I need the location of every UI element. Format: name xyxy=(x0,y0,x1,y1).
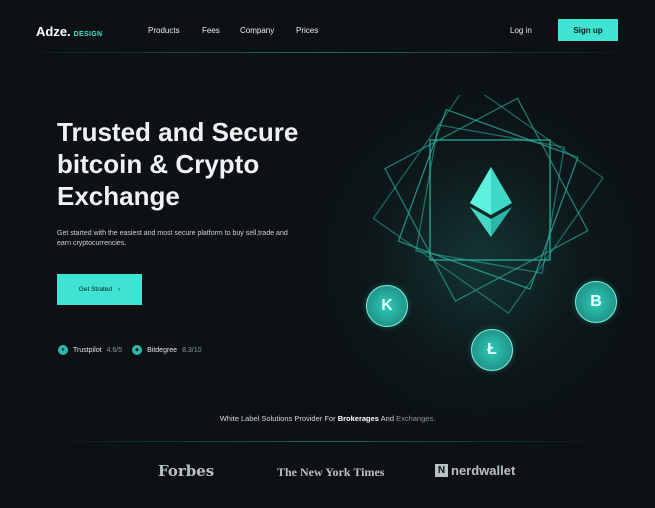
bitcoin-coin-icon: B xyxy=(575,281,617,323)
rating-name: Trustpilot xyxy=(73,346,102,354)
tagline-bold: Brokerages xyxy=(337,414,379,423)
rating-trustpilot[interactable]: ★ Trustpilot 4.6/5 xyxy=(58,345,122,355)
tagline-end: Exchanges. xyxy=(394,414,436,423)
badge-icon: ◆ xyxy=(132,345,143,355)
nerdwallet-icon: N xyxy=(435,464,448,477)
login-link[interactable]: Log in xyxy=(510,26,532,35)
hero-subtitle: Get started with the easiest and most se… xyxy=(57,230,288,247)
coin-k-glyph: K xyxy=(381,297,393,314)
star-icon: ★ xyxy=(58,345,68,355)
partners-divider xyxy=(40,441,615,442)
kyber-coin-icon: K xyxy=(366,285,408,327)
logo[interactable]: Adze. DESIGN xyxy=(36,24,102,39)
hero-title: Trusted and Secure bitcoin & Crypto Exch… xyxy=(57,117,299,211)
ethereum-icon xyxy=(470,167,512,237)
tagline-and: And xyxy=(378,414,394,423)
nerdwallet-text: nerdwallet xyxy=(451,463,516,478)
rating-name: Bitdegree xyxy=(147,346,178,354)
logo-text: Adze. xyxy=(36,24,71,39)
get-started-label: Get Strated xyxy=(78,286,113,293)
nyt-logo: The New York Times xyxy=(277,465,385,479)
nav-prices[interactable]: Prices xyxy=(296,26,318,35)
rating-score: 4.6/5 xyxy=(106,346,123,354)
get-started-button[interactable]: Get Strated › xyxy=(57,274,142,305)
chevron-right-icon: › xyxy=(118,286,121,293)
rating-score: 8.3/10 xyxy=(182,346,202,354)
nav-company[interactable]: Company xyxy=(240,26,274,35)
nerdwallet-logo: N nerdwallet xyxy=(435,463,515,478)
header-divider xyxy=(36,52,616,53)
tagline-intro: White Label Solutions Provider For xyxy=(219,414,336,423)
litecoin-coin-icon: Ł xyxy=(471,329,513,371)
rating-bitdegree[interactable]: ◆ Bitdegree 8.3/10 xyxy=(132,345,202,355)
nav-products[interactable]: Products xyxy=(148,26,180,35)
coin-l-glyph: Ł xyxy=(487,341,497,358)
coin-b-glyph: B xyxy=(590,293,602,310)
nav-fees[interactable]: Fees xyxy=(202,26,220,35)
signup-button[interactable]: Sign up xyxy=(558,19,618,41)
logo-subtext: DESIGN xyxy=(73,31,103,38)
forbes-logo: Forbes xyxy=(158,462,215,480)
ratings: ★ Trustpilot 4.6/5 ◆ Bitdegree 8.3/10 xyxy=(58,345,202,355)
partners-tagline: White Label Solutions Provider For Broke… xyxy=(0,414,655,423)
